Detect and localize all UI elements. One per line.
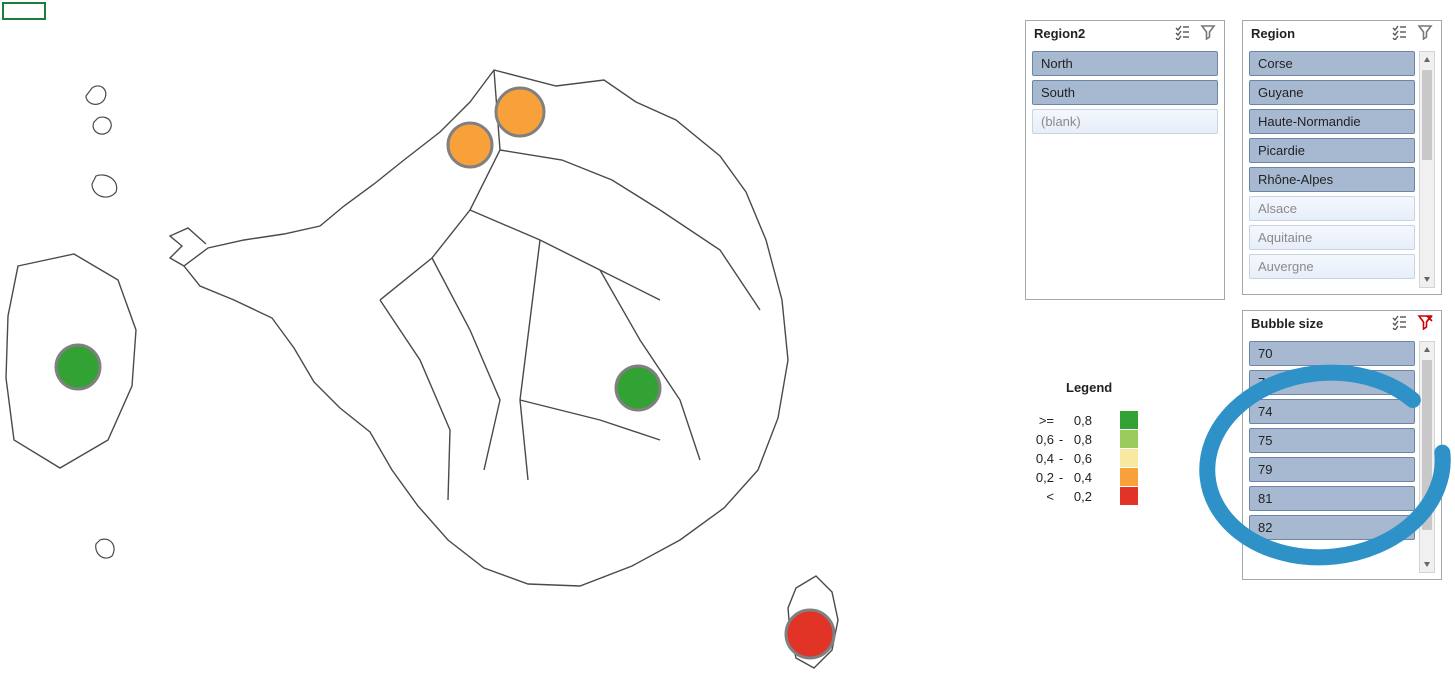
scroll-thumb[interactable] — [1422, 360, 1432, 530]
legend-label: <0,2 — [1030, 489, 1114, 504]
slicer-region2-item[interactable]: (blank) — [1032, 109, 1218, 134]
slicer-bubble-size-item[interactable]: 82 — [1249, 515, 1415, 540]
slicer-region-item[interactable]: Aquitaine — [1249, 225, 1415, 250]
france-map-outline — [6, 70, 838, 668]
legend: Legend >=0,8 0,6-0,8 0,4-0,6 0,2-0,4 <0,2 — [1030, 380, 1210, 506]
slicer-bubble-size-list: 70 73 74 75 79 81 82 — [1249, 341, 1415, 573]
slicer-bubble-size-item[interactable]: 75 — [1249, 428, 1415, 453]
slicer-bubble-size-title: Bubble size — [1251, 316, 1391, 331]
scrollbar[interactable] — [1419, 341, 1435, 573]
map-bubble[interactable] — [786, 610, 834, 658]
clear-filter-icon[interactable] — [1417, 314, 1433, 333]
slicer-region2-item[interactable]: South — [1032, 80, 1218, 105]
slicer-bubble-size-item[interactable]: 70 — [1249, 341, 1415, 366]
map-chart — [0, 0, 1020, 680]
slicer-bubble-size-item[interactable]: 79 — [1249, 457, 1415, 482]
legend-label: 0,4-0,6 — [1030, 451, 1114, 466]
map-bubble[interactable] — [496, 88, 544, 136]
slicer-region[interactable]: Region Corse Guyane Haute-Normandie Picardi… — [1242, 20, 1442, 295]
map-bubble[interactable] — [616, 366, 660, 410]
clear-filter-icon[interactable] — [1417, 24, 1433, 43]
legend-title: Legend — [1030, 380, 1210, 395]
legend-swatch — [1120, 430, 1138, 448]
slicer-region-item[interactable]: Rhône-Alpes — [1249, 167, 1415, 192]
multiselect-icon[interactable] — [1174, 24, 1190, 43]
legend-swatch — [1120, 411, 1138, 429]
legend-row: 0,4-0,6 — [1030, 449, 1210, 467]
scroll-down-icon[interactable] — [1420, 556, 1434, 572]
slicer-region2[interactable]: Region2 North South (blank) — [1025, 20, 1225, 300]
clear-filter-icon[interactable] — [1200, 24, 1216, 43]
slicer-region-item[interactable]: Haute-Normandie — [1249, 109, 1415, 134]
legend-label: 0,2-0,4 — [1030, 470, 1114, 485]
scroll-up-icon[interactable] — [1420, 52, 1434, 68]
slicer-bubble-size-item[interactable]: 73 — [1249, 370, 1415, 395]
legend-row: 0,6-0,8 — [1030, 430, 1210, 448]
slicer-region2-list: North South (blank) — [1032, 51, 1218, 293]
slicer-region2-title: Region2 — [1034, 26, 1174, 41]
legend-row: <0,2 — [1030, 487, 1210, 505]
slicer-region-item[interactable]: Auvergne — [1249, 254, 1415, 279]
legend-label: >=0,8 — [1030, 413, 1114, 428]
slicer-region-list: Corse Guyane Haute-Normandie Picardie Rhône-… — [1249, 51, 1415, 288]
legend-row: >=0,8 — [1030, 411, 1210, 429]
slicer-region2-item[interactable]: North — [1032, 51, 1218, 76]
slicer-region-item[interactable]: Alsace — [1249, 196, 1415, 221]
scroll-down-icon[interactable] — [1420, 271, 1434, 287]
multiselect-icon[interactable] — [1391, 314, 1407, 333]
map-bubble[interactable] — [56, 345, 100, 389]
slicer-region-item[interactable]: Guyane — [1249, 80, 1415, 105]
legend-label: 0,6-0,8 — [1030, 432, 1114, 447]
scrollbar[interactable] — [1419, 51, 1435, 288]
legend-row: 0,2-0,4 — [1030, 468, 1210, 486]
slicer-bubble-size[interactable]: Bubble size 70 73 74 75 79 81 82 — [1242, 310, 1442, 580]
legend-swatch — [1120, 487, 1138, 505]
map-bubble[interactable] — [448, 123, 492, 167]
legend-swatch — [1120, 449, 1138, 467]
slicer-region-item[interactable]: Corse — [1249, 51, 1415, 76]
slicer-bubble-size-item[interactable]: 81 — [1249, 486, 1415, 511]
scroll-up-icon[interactable] — [1420, 342, 1434, 358]
multiselect-icon[interactable] — [1391, 24, 1407, 43]
scroll-thumb[interactable] — [1422, 70, 1432, 160]
slicer-region-item[interactable]: Picardie — [1249, 138, 1415, 163]
slicer-bubble-size-item[interactable]: 74 — [1249, 399, 1415, 424]
slicer-region-title: Region — [1251, 26, 1391, 41]
legend-swatch — [1120, 468, 1138, 486]
